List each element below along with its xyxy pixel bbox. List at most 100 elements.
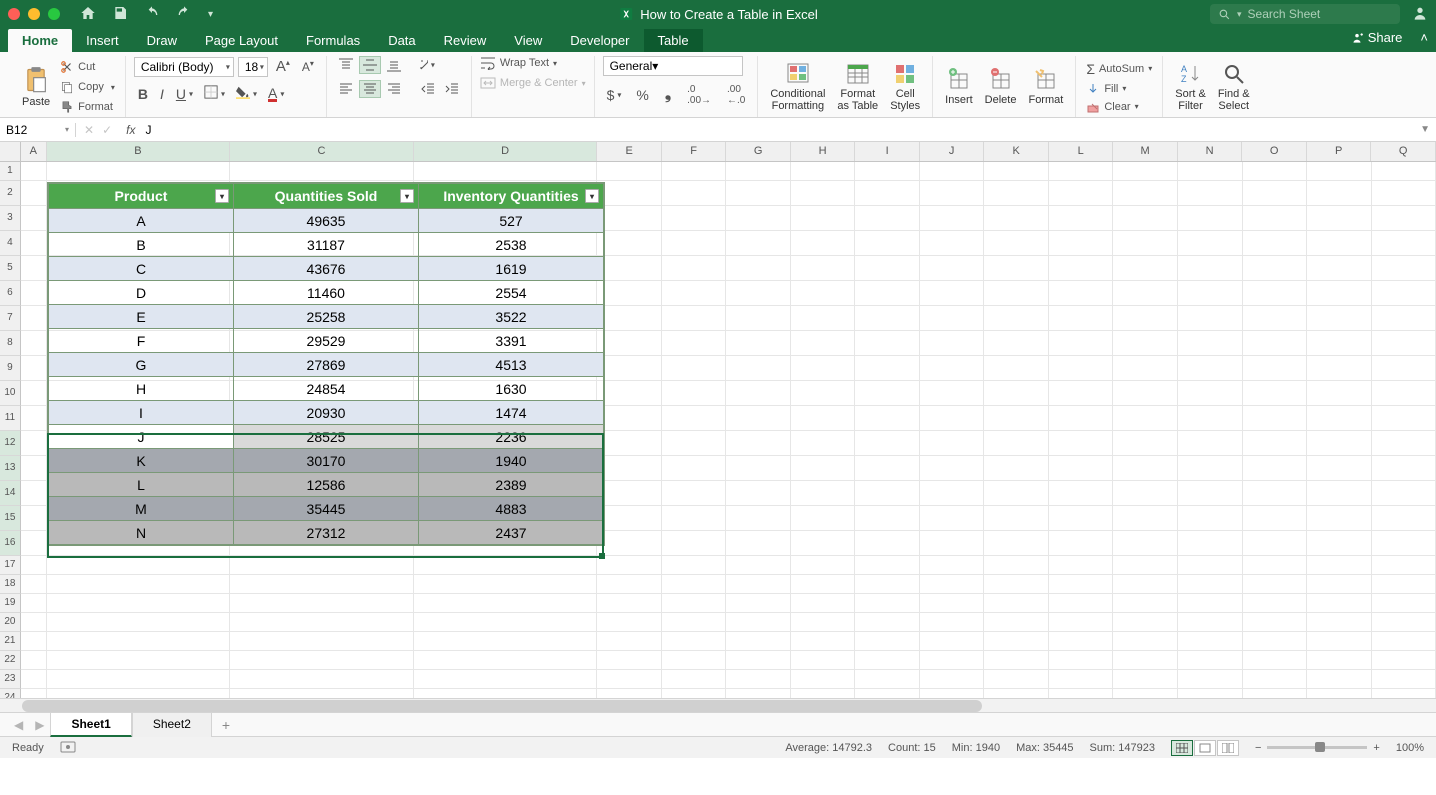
cell[interactable]	[1113, 256, 1178, 281]
cell[interactable]	[791, 162, 856, 181]
cell[interactable]	[1243, 206, 1308, 231]
cell[interactable]	[597, 281, 662, 306]
cell[interactable]	[47, 594, 231, 613]
row-header-3[interactable]: 3	[0, 206, 21, 231]
cell[interactable]	[1178, 231, 1243, 256]
cell[interactable]	[920, 162, 985, 181]
cell[interactable]	[21, 162, 47, 181]
cell[interactable]	[1243, 431, 1308, 456]
cell[interactable]	[1178, 632, 1243, 651]
cell[interactable]	[414, 670, 598, 689]
table-cell[interactable]: I	[49, 401, 234, 425]
cell[interactable]	[1243, 162, 1308, 181]
table-cell[interactable]: 4513	[419, 353, 604, 377]
align-center-icon[interactable]	[359, 80, 381, 98]
column-header-D[interactable]: D	[414, 142, 598, 161]
cell[interactable]	[1049, 162, 1114, 181]
cell[interactable]	[21, 481, 47, 506]
cell[interactable]	[1307, 162, 1372, 181]
cell[interactable]	[1307, 281, 1372, 306]
cell[interactable]	[21, 613, 47, 632]
tab-formulas[interactable]: Formulas	[292, 29, 374, 52]
table-cell[interactable]: G	[49, 353, 234, 377]
cell[interactable]	[726, 306, 791, 331]
merge-center-button[interactable]: Merge & Center ▾	[480, 76, 586, 90]
cell[interactable]	[1243, 651, 1308, 670]
cell[interactable]	[597, 381, 662, 406]
column-header-M[interactable]: M	[1113, 142, 1178, 161]
cell[interactable]	[662, 481, 727, 506]
cell[interactable]	[1049, 670, 1114, 689]
table-cell[interactable]: H	[49, 377, 234, 401]
cell[interactable]	[726, 281, 791, 306]
cell[interactable]	[1307, 575, 1372, 594]
zoom-level[interactable]: 100%	[1396, 742, 1424, 754]
column-header-O[interactable]: O	[1242, 142, 1307, 161]
cell[interactable]	[662, 231, 727, 256]
cell[interactable]	[230, 556, 414, 575]
table-cell[interactable]: A	[49, 209, 234, 233]
row-header-17[interactable]: 17	[0, 556, 21, 575]
minimize-window-icon[interactable]	[28, 8, 40, 20]
cell[interactable]	[47, 632, 231, 651]
cell[interactable]	[1049, 381, 1114, 406]
row-header-18[interactable]: 18	[0, 575, 21, 594]
cell[interactable]	[726, 162, 791, 181]
table-header[interactable]: Product▾	[49, 184, 234, 209]
row-header-23[interactable]: 23	[0, 670, 21, 689]
select-all-corner[interactable]	[0, 142, 21, 161]
name-box[interactable]: B12▾	[0, 123, 76, 137]
cell[interactable]	[21, 556, 47, 575]
table-cell[interactable]: 4883	[419, 497, 604, 521]
cell[interactable]	[855, 162, 920, 181]
cell[interactable]	[726, 256, 791, 281]
cell[interactable]	[230, 670, 414, 689]
table-cell[interactable]: C	[49, 257, 234, 281]
cell[interactable]	[414, 689, 598, 698]
cell[interactable]	[1113, 632, 1178, 651]
cell[interactable]	[791, 531, 856, 556]
cut-button[interactable]: Cut	[58, 59, 117, 75]
cell[interactable]	[1307, 331, 1372, 356]
table-cell[interactable]: 20930	[234, 401, 419, 425]
format-painter-button[interactable]: Format	[58, 99, 117, 115]
cell[interactable]	[1307, 206, 1372, 231]
cancel-formula-icon[interactable]: ✕	[84, 123, 94, 137]
cell[interactable]	[1243, 481, 1308, 506]
cell[interactable]	[855, 651, 920, 670]
column-header-H[interactable]: H	[791, 142, 856, 161]
conditional-formatting-button[interactable]: ConditionalFormatting	[766, 62, 829, 112]
cell[interactable]	[984, 456, 1049, 481]
table-cell[interactable]: 25258	[234, 305, 419, 329]
cell[interactable]	[1243, 256, 1308, 281]
cell[interactable]	[1372, 632, 1436, 651]
normal-view-icon[interactable]	[1171, 740, 1193, 756]
cell[interactable]	[662, 406, 727, 431]
cell[interactable]	[855, 181, 920, 206]
row-header-4[interactable]: 4	[0, 231, 21, 256]
cell[interactable]	[791, 206, 856, 231]
cell[interactable]	[1307, 481, 1372, 506]
cell[interactable]	[1113, 556, 1178, 575]
cell[interactable]	[662, 356, 727, 381]
cell[interactable]	[1307, 594, 1372, 613]
align-bottom-icon[interactable]	[383, 56, 405, 74]
zoom-out-icon[interactable]: −	[1255, 742, 1261, 754]
cell[interactable]	[855, 331, 920, 356]
column-header-I[interactable]: I	[855, 142, 920, 161]
cell[interactable]	[726, 651, 791, 670]
cell[interactable]	[1307, 531, 1372, 556]
cell[interactable]	[791, 651, 856, 670]
cell[interactable]	[920, 231, 985, 256]
cell[interactable]	[1307, 256, 1372, 281]
sort-filter-button[interactable]: AZ Sort &Filter	[1171, 62, 1210, 112]
cell[interactable]	[1049, 331, 1114, 356]
cell[interactable]	[855, 406, 920, 431]
table-cell[interactable]: 2236	[419, 425, 604, 449]
cell[interactable]	[1049, 594, 1114, 613]
row-header-9[interactable]: 9	[0, 356, 21, 381]
spreadsheet-grid[interactable]: ABCDEFGHIJKLMNOPQ 1234567891011121314151…	[0, 142, 1436, 698]
cell[interactable]	[1113, 689, 1178, 698]
cell[interactable]	[1243, 506, 1308, 531]
row-header-7[interactable]: 7	[0, 306, 21, 331]
